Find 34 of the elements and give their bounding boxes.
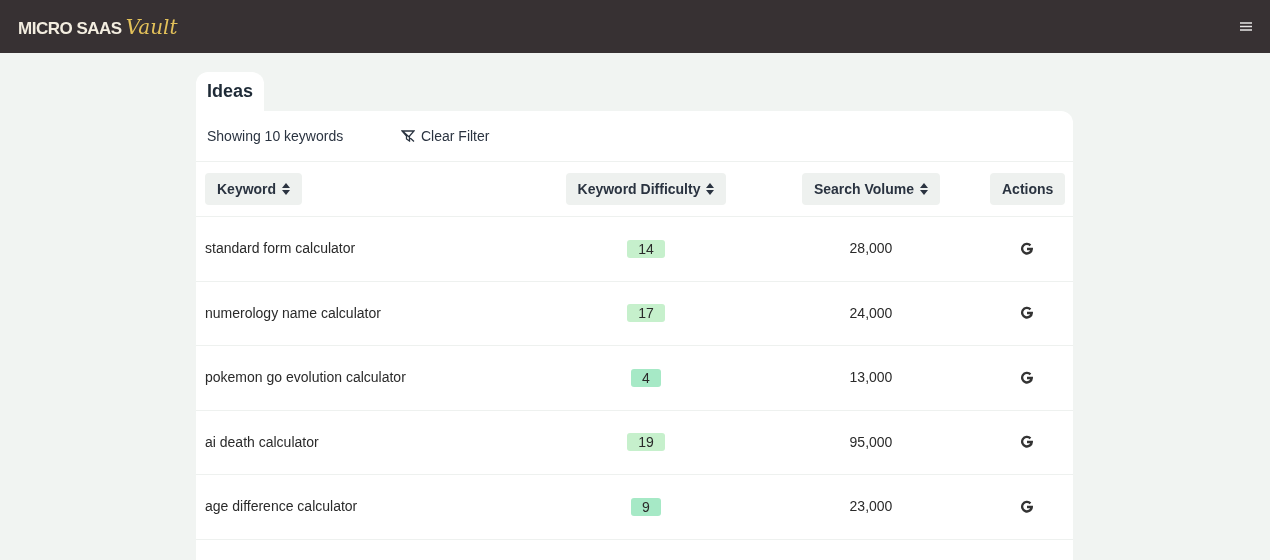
difficulty-badge: 19 (627, 433, 665, 452)
volume-cell-text: 95,000 (849, 432, 893, 452)
keyword-cell-text: ai death calculator (205, 432, 319, 452)
difficulty-badge: 14 (627, 239, 665, 258)
keyword-cell-text: numerology name calculator (205, 303, 381, 323)
column-header[interactable]: Keyword Difficulty (565, 173, 727, 205)
result-count: Showing 10 keywords (207, 126, 345, 146)
volume-cell-text: 24,000 (849, 303, 893, 323)
google-search-icon[interactable] (1020, 306, 1034, 321)
google-search-icon[interactable] (1020, 370, 1034, 385)
filter-off-icon (401, 130, 415, 142)
sort-icon (282, 183, 291, 195)
difficulty-badge: 17 (627, 304, 665, 323)
google-search-icon[interactable] (1020, 241, 1034, 256)
keyword-cell-text: standard form calculator (205, 239, 356, 259)
google-search-icon[interactable] (1020, 435, 1034, 450)
keyword-cell-text: age difference calculator (205, 497, 358, 517)
google-search-icon[interactable] (1020, 499, 1034, 514)
sort-icon (920, 183, 929, 195)
keyword-cell-text: pokemon go evolution calculator (205, 368, 406, 388)
difficulty-badge: 4 (631, 368, 661, 387)
column-header[interactable]: Search Volume (801, 173, 941, 205)
ideas-tab[interactable]: Ideas (196, 72, 265, 111)
volume-cell-text: 28,000 (849, 239, 893, 259)
logo-text[interactable]: MICRO SAAS (18, 16, 122, 42)
sort-icon (706, 183, 715, 195)
logo-script-text[interactable]: Vault (125, 11, 178, 42)
column-header[interactable]: Actions (990, 173, 1066, 205)
menu-icon[interactable] (1240, 22, 1252, 31)
column-header[interactable]: Keyword (205, 173, 303, 205)
volume-cell-text: 13,000 (849, 368, 893, 388)
clear-filter-button[interactable]: Clear Filter (401, 125, 490, 147)
volume-cell-text: 23,000 (849, 497, 893, 517)
difficulty-badge: 9 (631, 497, 661, 516)
